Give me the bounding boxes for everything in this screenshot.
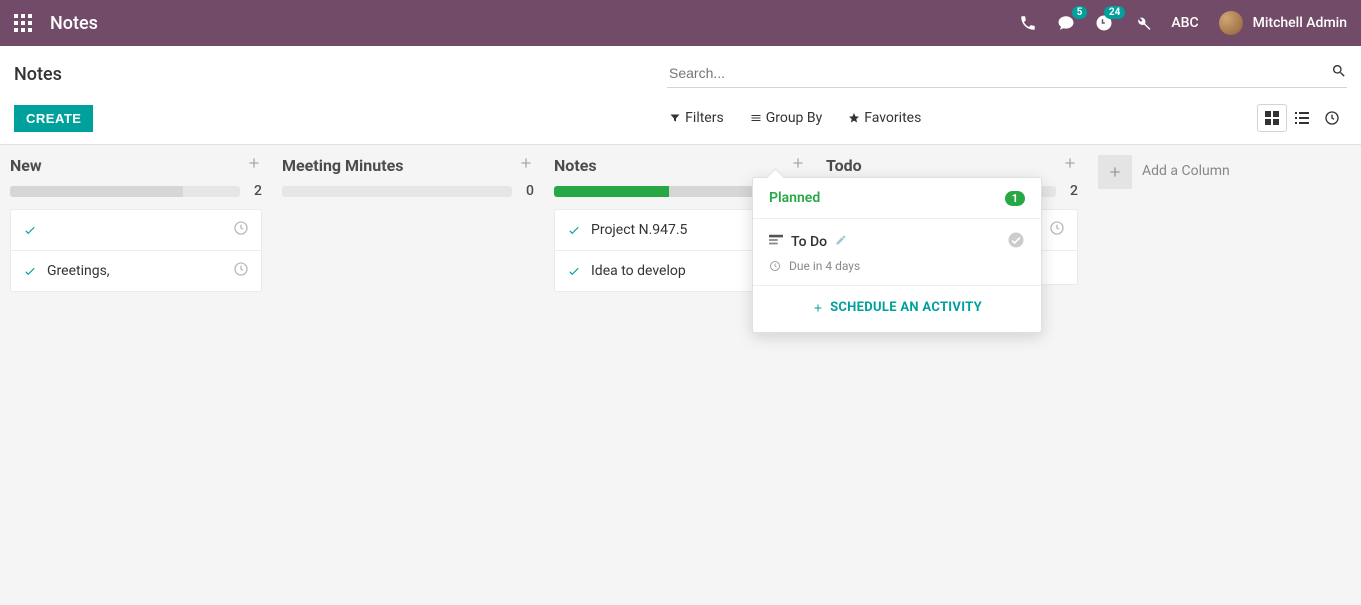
check-icon: [23, 223, 37, 237]
column-header: New: [10, 155, 262, 175]
filters-group: Filters Group By Favorites: [409, 110, 921, 126]
column-title[interactable]: New: [10, 156, 42, 175]
done-check-icon[interactable]: [1007, 231, 1025, 253]
card-title: Greetings,: [47, 263, 223, 279]
view-activity-button[interactable]: [1317, 104, 1347, 132]
edit-icon[interactable]: [835, 234, 847, 250]
column-header: Notes: [554, 155, 806, 175]
user-name: Mitchell Admin: [1253, 15, 1347, 31]
column-add-icon[interactable]: [790, 155, 806, 175]
column-header: Todo: [826, 155, 1078, 175]
filters-button[interactable]: Filters: [669, 110, 724, 126]
groupby-label: Group By: [766, 110, 823, 126]
search-container: [667, 61, 1347, 88]
card-title: Project N.947.5: [591, 222, 767, 238]
column-count: 2: [1066, 183, 1078, 199]
popover-header-badge: 1: [1005, 191, 1025, 206]
create-button[interactable]: CREATE: [14, 105, 93, 132]
popover-header-title: Planned: [769, 190, 820, 206]
popover-item-title: To Do: [791, 234, 827, 250]
progress-seg-green[interactable]: [554, 186, 669, 197]
popover-due-row: Due in 4 days: [769, 259, 1025, 273]
phone-icon[interactable]: [1019, 14, 1037, 32]
add-column-button[interactable]: [1098, 155, 1132, 189]
column-progress-row: 0: [282, 183, 534, 199]
activity-clock-icon[interactable]: 24: [1095, 14, 1113, 32]
tools-icon[interactable]: [1133, 14, 1151, 32]
card-title: Idea to develop: [591, 263, 767, 279]
column-add-icon[interactable]: [518, 155, 534, 175]
column-title[interactable]: Notes: [554, 156, 597, 175]
view-kanban-button[interactable]: [1257, 104, 1287, 132]
activity-badge: 24: [1104, 6, 1125, 19]
company-switch[interactable]: ABC: [1171, 15, 1198, 31]
column-progress-bar: [554, 186, 784, 197]
chat-badge: 5: [1072, 6, 1088, 19]
popover-footer: SCHEDULE AN ACTIVITY: [753, 286, 1041, 332]
clock-icon[interactable]: [1049, 220, 1065, 240]
popover-body: To Do Due in 4 days: [753, 219, 1041, 286]
progress-seg-gray: [10, 186, 183, 197]
chat-icon[interactable]: 5: [1057, 14, 1075, 32]
view-list-button[interactable]: [1287, 104, 1317, 132]
schedule-activity-button[interactable]: SCHEDULE AN ACTIVITY: [812, 300, 982, 315]
topbar-right: 5 24 ABC Mitchell Admin: [1019, 11, 1347, 35]
avatar: [1219, 11, 1243, 35]
column-progress-bar: [10, 186, 240, 197]
app-title[interactable]: Notes: [50, 13, 98, 34]
user-menu[interactable]: Mitchell Admin: [1219, 11, 1347, 35]
favorites-label: Favorites: [864, 110, 921, 126]
topbar: Notes 5 24 ABC Mitchell Admin: [0, 0, 1361, 46]
filters-label: Filters: [685, 110, 724, 126]
breadcrumb: Notes: [14, 64, 62, 85]
column-notes: Notes 2 Project N.947.5 Idea to develop: [544, 145, 816, 605]
search-input[interactable]: [667, 61, 1331, 85]
favorites-button[interactable]: Favorites: [848, 110, 921, 126]
column-add-icon[interactable]: [1062, 155, 1078, 175]
popover-header: Planned 1: [753, 178, 1041, 219]
add-column-label[interactable]: Add a Column: [1142, 155, 1230, 179]
column-new: New 2 Greetings,: [0, 145, 272, 605]
clock-icon[interactable]: [233, 261, 249, 281]
apps-icon[interactable]: [14, 14, 32, 32]
column-title[interactable]: Meeting Minutes: [282, 156, 403, 175]
column-progress-bar: [282, 186, 512, 197]
check-icon: [567, 223, 581, 237]
topbar-left: Notes: [14, 13, 98, 34]
view-switcher: [1257, 104, 1347, 132]
check-icon: [23, 264, 37, 278]
kanban-board: New 2 Greetings, Meeting Minutes: [0, 145, 1361, 605]
cp-bottom: CREATE Filters Group By Favorites: [0, 94, 1361, 144]
popover-due-text: Due in 4 days: [789, 259, 860, 273]
popover-item[interactable]: To Do: [769, 231, 1025, 253]
control-panel: Notes CREATE Filters Group By Favorites: [0, 46, 1361, 145]
column-add-icon[interactable]: [246, 155, 262, 175]
column-title[interactable]: Todo: [826, 156, 862, 175]
groupby-button[interactable]: Group By: [750, 110, 823, 126]
activity-popover: Planned 1 To Do Due in 4 days SCHE: [752, 177, 1042, 333]
column-header: Meeting Minutes: [282, 155, 534, 175]
check-icon: [567, 264, 581, 278]
search-icon[interactable]: [1331, 63, 1347, 83]
column-count: 2: [250, 183, 262, 199]
clock-icon[interactable]: [233, 220, 249, 240]
todo-list-icon: [769, 234, 783, 250]
schedule-activity-label: SCHEDULE AN ACTIVITY: [830, 300, 982, 315]
cp-top: Notes: [0, 46, 1361, 94]
column-progress-row: 2: [10, 183, 262, 199]
add-column: Add a Column: [1088, 145, 1288, 605]
column-meeting-minutes: Meeting Minutes 0: [272, 145, 544, 605]
kanban-card[interactable]: Greetings,: [10, 209, 262, 292]
column-count: 0: [522, 183, 534, 199]
